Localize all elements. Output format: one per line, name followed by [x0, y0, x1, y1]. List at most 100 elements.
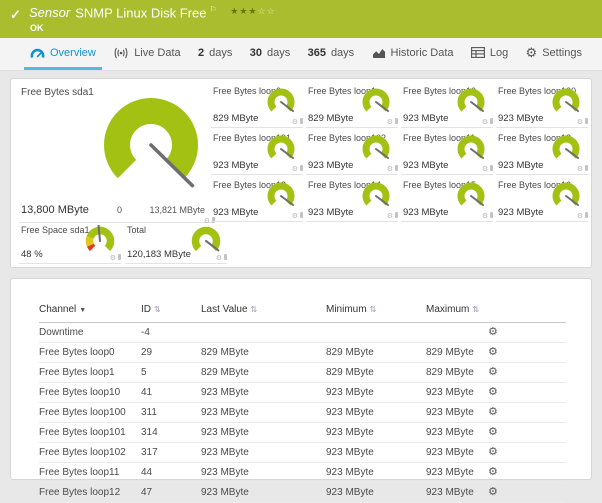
gauge-cell-free-bytes-loop10[interactable]: Free Bytes loop10 923 MByte ⚙ — [401, 83, 493, 128]
gauge-gear-icon[interactable]: ⚙ — [577, 166, 583, 173]
sensor-title-line: Sensor SNMP Linux Disk Free ⚐ ★★★☆☆ — [29, 5, 276, 20]
channel-settings-gear-icon[interactable]: ⚙ — [488, 406, 498, 418]
gauge-icon-group: ⚙ — [387, 212, 398, 220]
gauge-cell-free-bytes-loop13[interactable]: Free Bytes loop13 923 MByte ⚙ — [211, 177, 303, 222]
gauge-pin-icon[interactable] — [585, 212, 588, 218]
gauge-cell-free-bytes-loop15[interactable]: Free Bytes loop15 923 MByte ⚙ — [401, 177, 493, 222]
tab-overview[interactable]: Overview — [24, 38, 102, 70]
gauge-icon-group: ⚙ — [110, 254, 121, 262]
channel-settings-gear-icon[interactable]: ⚙ — [488, 486, 498, 498]
gauge-value: 923 MByte — [498, 113, 544, 124]
gauge-icon-group: ⚙ — [387, 165, 398, 173]
gauge-pin-icon[interactable] — [585, 165, 588, 171]
gauge-gear-icon[interactable]: ⚙ — [387, 213, 393, 220]
gauge-cell-free-space-sda1[interactable]: Free Space sda1 48 % ⚙ — [19, 223, 121, 264]
star-icon[interactable]: ☆ — [267, 6, 276, 16]
tab-bar: Overview Live Data 2 days 30 days 365 days Histo… — [0, 38, 602, 71]
gauge-cell-free-bytes-loop100[interactable]: Free Bytes loop100 923 MByte ⚙ — [496, 83, 588, 128]
gauge-pin-icon[interactable] — [490, 118, 493, 124]
gauge-pin-icon[interactable] — [490, 212, 493, 218]
channel-settings-gear-icon[interactable]: ⚙ — [488, 326, 498, 338]
gauge-pin-icon[interactable] — [395, 165, 398, 171]
cell-channel: Free Bytes loop1 — [39, 362, 141, 383]
cell-id: 311 — [141, 402, 201, 423]
tab-number: 30 — [249, 46, 262, 59]
tab-label: Log — [489, 46, 509, 59]
table-row-free-bytes-loop10: Free Bytes loop10 41 923 MByte 923 MByte 923… — [39, 382, 566, 403]
gauge-cell-free-bytes-sda1[interactable]: Free Bytes sda1 13,800 MByte 0 13,821 MB… — [19, 83, 215, 225]
gauge-cell-free-bytes-loop11[interactable]: Free Bytes loop11 923 MByte ⚙ — [401, 130, 493, 175]
gauge-label: Free Bytes sda1 — [21, 87, 94, 98]
cell-maximum — [426, 322, 488, 343]
gauge-gear-icon[interactable]: ⚙ — [292, 213, 298, 220]
priority-stars[interactable]: ★★★☆☆ — [230, 6, 275, 16]
small-gauge-grid: Free Bytes loop0 829 MByte ⚙ Free Bytes loo… — [211, 83, 588, 222]
gauge-pin-icon[interactable] — [118, 254, 121, 260]
column-header-id[interactable]: ID ⇅ — [141, 301, 201, 323]
column-header-minimum[interactable]: Minimum ⇅ — [326, 301, 426, 323]
cell-actions: ⚙ — [488, 442, 566, 463]
tab-365-days[interactable]: 365 days — [302, 38, 361, 70]
gauge-pin-icon[interactable] — [300, 165, 303, 171]
channel-settings-gear-icon[interactable]: ⚙ — [488, 466, 498, 478]
gauge-cell-free-bytes-loop14[interactable]: Free Bytes loop14 923 MByte ⚙ — [306, 177, 398, 222]
tab-historic-data[interactable]: Historic Data — [366, 38, 460, 70]
gauge-cell-free-bytes-loop101[interactable]: Free Bytes loop101 923 MByte ⚙ — [211, 130, 303, 175]
cell-id: 41 — [141, 382, 201, 403]
gauge-icon-group: ⚙ — [292, 165, 303, 173]
gauge-cell-free-bytes-loop102[interactable]: Free Bytes loop102 923 MByte ⚙ — [306, 130, 398, 175]
sensor-status-header: ✓ Sensor SNMP Linux Disk Free ⚐ ★★★☆☆ OK — [0, 0, 602, 38]
cell-id: 44 — [141, 462, 201, 483]
cell-minimum: 829 MByte — [326, 342, 426, 363]
channel-settings-gear-icon[interactable]: ⚙ — [488, 446, 498, 458]
cell-actions: ⚙ — [488, 362, 566, 383]
channel-settings-gear-icon[interactable]: ⚙ — [488, 386, 498, 398]
gauge-gear-icon[interactable]: ⚙ — [577, 213, 583, 220]
gauge-pin-icon[interactable] — [224, 254, 227, 260]
gauge-gear-icon[interactable]: ⚙ — [482, 166, 488, 173]
gauge-cell-free-bytes-loop0[interactable]: Free Bytes loop0 829 MByte ⚙ — [211, 83, 303, 128]
cell-actions: ⚙ — [488, 402, 566, 423]
gauge-pin-icon[interactable] — [395, 212, 398, 218]
chart-icon — [372, 47, 386, 59]
gauge-pin-icon[interactable] — [300, 212, 303, 218]
column-header-last-value[interactable]: Last Value ⇅ — [201, 301, 326, 323]
gauge-gear-icon[interactable]: ⚙ — [387, 119, 393, 126]
gauge-value: 829 MByte — [213, 113, 259, 124]
star-icon[interactable]: ★ — [230, 6, 239, 16]
column-header-channel[interactable]: Channel ▼ — [39, 301, 141, 323]
tab-settings[interactable]: ⚙ Settings — [520, 38, 588, 70]
gauge-gear-icon[interactable]: ⚙ — [110, 255, 116, 262]
table-body: Downtime -4 ⚙ Free Bytes loop0 29 829 MByte 82… — [39, 322, 566, 503]
gauge-pin-icon[interactable] — [300, 118, 303, 124]
gauge-gear-icon[interactable]: ⚙ — [292, 119, 298, 126]
gauge-pin-icon[interactable] — [490, 165, 493, 171]
cell-maximum: 923 MByte — [426, 462, 488, 483]
gauge-cell-total[interactable]: Total 120,183 MByte ⚙ — [125, 223, 227, 264]
gauge-icon-group: ⚙ — [577, 212, 588, 220]
gauge-cell-free-bytes-loop12[interactable]: Free Bytes loop12 923 MByte ⚙ — [496, 130, 588, 175]
gauge-gear-icon[interactable]: ⚙ — [387, 166, 393, 173]
gauge-gear-icon[interactable]: ⚙ — [482, 213, 488, 220]
channel-settings-gear-icon[interactable]: ⚙ — [488, 426, 498, 438]
gauge-gear-icon[interactable]: ⚙ — [216, 255, 222, 262]
gauge-gear-icon[interactable]: ⚙ — [292, 166, 298, 173]
tab-live-data[interactable]: Live Data — [107, 38, 186, 70]
star-icon[interactable]: ☆ — [257, 6, 266, 16]
gauge-gear-icon[interactable]: ⚙ — [482, 119, 488, 126]
column-header-maximum[interactable]: Maximum ⇅ — [426, 301, 488, 323]
column-label: Minimum — [326, 304, 367, 315]
channel-settings-gear-icon[interactable]: ⚙ — [488, 346, 498, 358]
column-label: ID — [141, 304, 151, 315]
tab-log[interactable]: Log — [465, 38, 514, 70]
channel-settings-gear-icon[interactable]: ⚙ — [488, 366, 498, 378]
tab-2-days[interactable]: 2 days — [192, 38, 238, 70]
gauge-pin-icon[interactable] — [585, 118, 588, 124]
tab-label: Live Data — [134, 46, 181, 59]
gauge-pin-icon[interactable] — [395, 118, 398, 124]
gauge-cell-free-bytes-loop1[interactable]: Free Bytes loop1 829 MByte ⚙ — [306, 83, 398, 128]
gauge-gear-icon[interactable]: ⚙ — [577, 119, 583, 126]
gauge-cell-free-bytes-loop16[interactable]: Free Bytes loop16 923 MByte ⚙ — [496, 177, 588, 222]
tab-30-days[interactable]: 30 days — [244, 38, 297, 70]
cell-minimum: 829 MByte — [326, 362, 426, 383]
